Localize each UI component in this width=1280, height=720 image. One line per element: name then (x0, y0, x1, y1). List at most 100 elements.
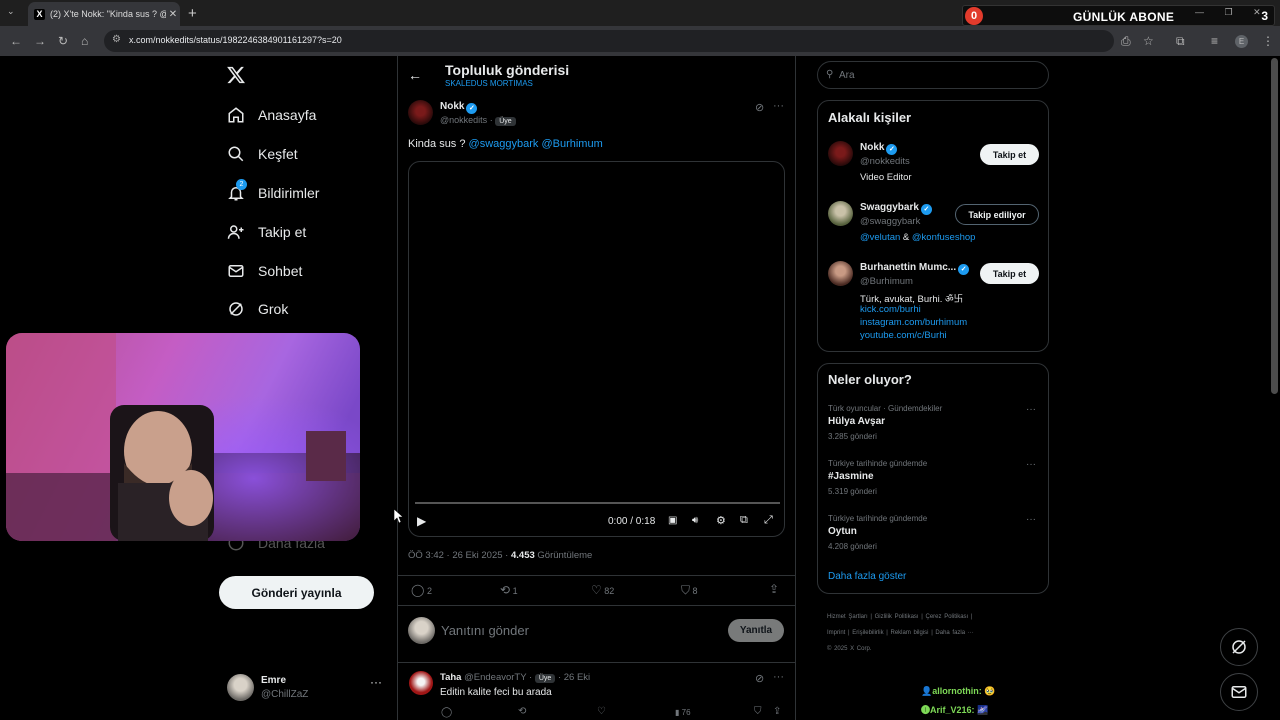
bio-mention[interactable]: @konfuseshop (912, 232, 976, 243)
trend-name[interactable]: #Jasmine (828, 471, 874, 482)
reply-bookmark-icon[interactable]: ⛉ (754, 706, 762, 717)
trend-name[interactable]: Hülya Avşar (828, 416, 885, 427)
footer-link[interactable]: Hizmet Şartları (827, 614, 868, 620)
pip-icon[interactable]: ⧉ (740, 514, 748, 527)
address-bar[interactable]: ⚙ x.com/nokkedits/status/198224638490116… (104, 30, 1114, 52)
follow-button[interactable]: Takip et (980, 263, 1039, 284)
new-tab-icon[interactable]: + (188, 5, 197, 22)
nav-chat[interactable]: Sohbet (226, 258, 302, 284)
media-icon[interactable]: ≡ (1211, 34, 1218, 48)
reply-grok-icon[interactable]: ⊘ (755, 672, 764, 685)
menu-dots-icon[interactable]: ⋮ (1262, 34, 1274, 48)
bio-link[interactable]: instagram.com/burhimum (860, 317, 967, 328)
reply-share-icon[interactable]: ⇪ (773, 706, 781, 717)
bookmark-action[interactable]: ⛉ 8 (681, 583, 698, 598)
community-link[interactable]: SKALEDUS MORTIMAS (445, 79, 533, 88)
footer-link[interactable]: Reklam bilgisi (891, 630, 929, 636)
browser-tab[interactable]: X (2) X'te Nokk: "Kinda sus ? @sw ✕ (28, 2, 180, 26)
captions-icon[interactable]: ▣ (668, 515, 677, 526)
reply-input[interactable]: Yanıtını gönder (441, 623, 529, 638)
page-scrollbar[interactable] (1271, 58, 1278, 394)
like-action[interactable]: ♡ 82 (591, 583, 614, 597)
home-browser-icon[interactable]: ⌂ (81, 34, 88, 48)
bio-mention[interactable]: @velutan (860, 232, 900, 243)
notification-badge: 2 (236, 179, 247, 190)
author-name-row[interactable]: Nokk ✓ (440, 101, 478, 114)
reply-reply-icon[interactable]: ◯ (441, 707, 452, 718)
nav-grok[interactable]: Grok (226, 296, 288, 322)
bio-link[interactable]: kick.com/burhi (860, 304, 921, 315)
nav-notifications[interactable]: 2 Bildirimler (226, 179, 319, 206)
person-avatar[interactable] (828, 141, 853, 166)
account-switcher[interactable]: Emre @ChillZaZ ··· (227, 672, 387, 706)
settings-gear-icon[interactable]: ⚙ (716, 514, 726, 527)
trend-more-icon[interactable]: ··· (1026, 514, 1036, 525)
reply-more-icon[interactable]: ··· (773, 671, 784, 683)
restore-icon[interactable]: ❐ (1225, 7, 1233, 17)
footer-link[interactable]: Çerez Politikası (926, 614, 969, 620)
nav-home[interactable]: Anasayfa (226, 102, 316, 128)
reply-like-icon[interactable]: ♡ (597, 706, 606, 717)
show-more-link[interactable]: Daha fazla göster (828, 571, 906, 582)
post-more-icon[interactable]: ··· (773, 100, 784, 112)
reply-action[interactable]: ◯ 2 (411, 583, 432, 597)
install-app-icon[interactable]: ⎙ (1121, 34, 1131, 49)
bookmark-star-icon[interactable]: ☆ (1143, 34, 1154, 48)
grok-explain-icon[interactable]: ⊘ (755, 101, 764, 114)
trend-more-icon[interactable]: ··· (1026, 404, 1036, 415)
back-arrow-icon[interactable]: ← (408, 67, 422, 83)
timestamp-text[interactable]: ÖÖ 3:42 · 26 Eki 2025 · (408, 550, 511, 561)
fullscreen-icon[interactable]: ⤢ (764, 514, 773, 527)
video-player[interactable]: ▶ 0:00 / 0:18 ▣ 🔊︎ ⚙ ⧉ ⤢ (408, 161, 785, 537)
search-input[interactable]: ⚲ Ara (817, 61, 1049, 89)
forward-icon[interactable]: → (34, 34, 46, 48)
reply-repost-icon[interactable]: ⟲ (518, 706, 526, 717)
post-mentions[interactable]: @swaggybark @Burhimum (469, 138, 603, 150)
bio-link[interactable]: youtube.com/c/Burhi (860, 330, 947, 341)
reply-author[interactable]: Taha (440, 672, 461, 683)
nav-explore[interactable]: Keşfet (226, 141, 298, 167)
profile-avatar-icon[interactable]: E (1235, 35, 1248, 48)
reply-views[interactable]: ▮ 76 (675, 708, 691, 717)
share-icon[interactable]: ⇪ (769, 582, 779, 596)
post-text: Kinda sus ? @swaggybark @Burhimum (408, 138, 603, 150)
minimize-icon[interactable]: — (1195, 7, 1204, 17)
trend-more-icon[interactable]: ··· (1026, 459, 1036, 470)
reply-date[interactable]: · 26 Eki (558, 672, 590, 683)
close-window-icon[interactable]: ✕ (1253, 7, 1261, 17)
close-tab-icon[interactable]: ✕ (166, 9, 180, 20)
site-info-icon[interactable]: ⚙ (112, 34, 121, 45)
follow-button[interactable]: Takip et (980, 144, 1039, 165)
footer-link[interactable]: Imprint (827, 630, 845, 636)
footer-link[interactable]: Erişilebilirlik (852, 630, 883, 636)
nav-follow[interactable]: Takip et (226, 219, 306, 245)
play-icon[interactable]: ▶ (417, 514, 426, 528)
reply-avatar[interactable] (409, 671, 433, 695)
footer-link[interactable]: Daha fazla ··· (935, 630, 973, 636)
footer-link[interactable]: Gizlilik Politikası (875, 614, 919, 620)
trend-name[interactable]: Oytun (828, 526, 857, 537)
author-avatar[interactable] (408, 100, 433, 125)
reply-handle[interactable]: @EndeavorTY (464, 672, 526, 683)
volume-icon[interactable]: 🔊︎ (692, 515, 698, 526)
video-progress-track[interactable] (415, 502, 780, 504)
repost-action[interactable]: ⟲ 1 (500, 583, 518, 597)
post-body: Kinda sus ? (408, 138, 466, 150)
person-name-row[interactable]: Burhanettin Mumc... ✓ (860, 262, 970, 275)
post-button[interactable]: Gönderi yayınla (219, 576, 374, 609)
grok-float-button[interactable] (1220, 628, 1258, 666)
back-icon[interactable]: ← (10, 34, 22, 48)
reload-icon[interactable]: ↻ (58, 34, 68, 48)
person-avatar[interactable] (828, 201, 853, 226)
person-name-row[interactable]: Nokk ✓ (860, 142, 898, 155)
person-avatar[interactable] (828, 261, 853, 286)
x-logo[interactable] (226, 65, 246, 90)
person-name-row[interactable]: Swaggybark ✓ (860, 202, 932, 215)
extensions-icon[interactable]: ⧉ (1176, 34, 1185, 49)
messages-float-button[interactable] (1220, 673, 1258, 711)
reply-submit-button[interactable]: Yanıtla (728, 619, 784, 642)
tab-list-chevron-icon[interactable]: ⌄ (7, 6, 15, 17)
following-button[interactable]: Takip ediliyor (955, 204, 1039, 225)
account-more-icon[interactable]: ··· (370, 675, 382, 689)
author-handle[interactable]: @nokkedits (440, 115, 487, 125)
